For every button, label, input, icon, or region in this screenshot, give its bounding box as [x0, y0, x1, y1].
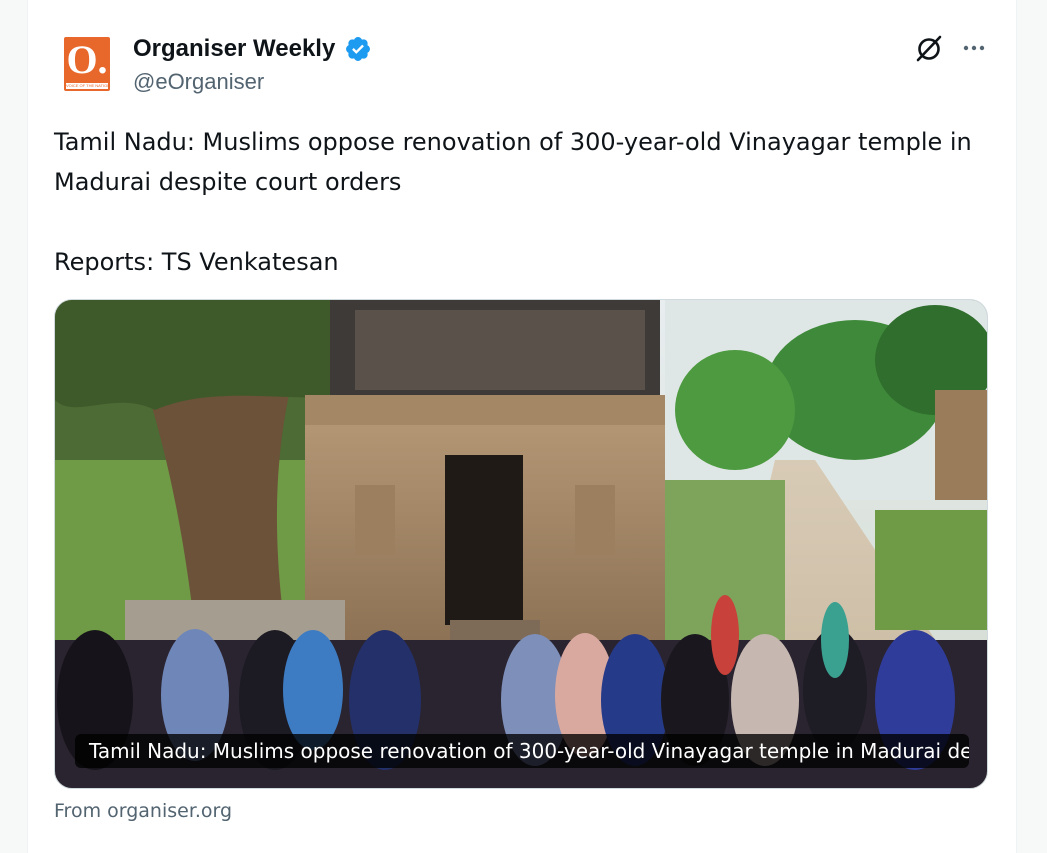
- account-handle[interactable]: @eOrganiser: [133, 68, 264, 96]
- ellipsis-icon[interactable]: [958, 32, 990, 64]
- tweet-card[interactable]: O. VOICE OF THE NATION Organiser Weekly …: [27, 0, 1017, 853]
- avatar[interactable]: O. VOICE OF THE NATION: [64, 37, 110, 91]
- tweet-headline: Tamil Nadu: Muslims oppose renovation of…: [54, 128, 972, 196]
- tweet-text: Tamil Nadu: Muslims oppose renovation of…: [54, 122, 994, 282]
- tweet-reporter-line: Reports: TS Venkatesan: [54, 248, 339, 276]
- avatar-logo-letter: O.: [66, 37, 108, 82]
- link-card-caption[interactable]: Tamil Nadu: Muslims oppose renovation of…: [75, 734, 969, 768]
- avatar-logo-tagline: VOICE OF THE NATION: [66, 83, 108, 89]
- link-card-media[interactable]: Tamil Nadu: Muslims oppose renovation of…: [54, 299, 988, 789]
- grok-slash-circle-icon[interactable]: [913, 32, 945, 64]
- temple-protest-photo: [55, 300, 987, 788]
- link-card-source[interactable]: From organiser.org: [54, 797, 232, 825]
- account-name[interactable]: Organiser Weekly: [133, 33, 335, 65]
- verified-badge-icon: [346, 37, 370, 61]
